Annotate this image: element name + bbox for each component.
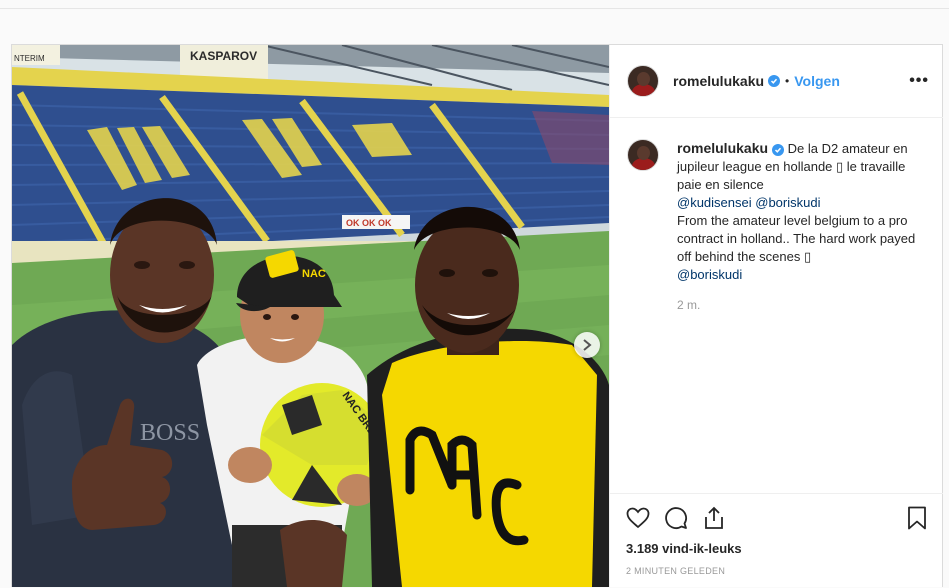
photo-illustration: KASPAROV NTERIM OK OK OK BOSS NAC NAC BR… <box>12 45 609 587</box>
caption-time: 2 m. <box>677 298 701 312</box>
cap-text: NAC <box>302 268 326 280</box>
author-avatar[interactable] <box>627 65 659 97</box>
author-username[interactable]: romelulukaku <box>673 73 764 89</box>
post-actions: 3.189 vind-ik-leuks 2 MINUTEN GELEDEN <box>610 493 943 588</box>
instagram-post: KASPAROV NTERIM OK OK OK BOSS NAC NAC BR… <box>11 44 943 587</box>
action-icons <box>625 505 727 531</box>
shirt-logo: BOSS <box>140 420 200 446</box>
board-okok: OK OK OK <box>346 218 392 228</box>
heart-icon <box>626 507 650 529</box>
share-icon <box>705 506 723 529</box>
browser-top-strip <box>0 0 949 9</box>
likes-count[interactable]: 3.189 vind-ik-leuks <box>626 541 742 556</box>
more-options-icon[interactable]: ••• <box>909 72 929 90</box>
comment-button[interactable] <box>663 505 689 531</box>
post-header: romelulukaku • Volgen ••• <box>610 45 943 118</box>
caption-username[interactable]: romelulukaku <box>677 140 768 156</box>
post-side-panel: romelulukaku • Volgen ••• romelulukaku D… <box>609 45 943 587</box>
comments-area: romelulukaku De la D2 amateur en jupileu… <box>610 117 943 493</box>
comment-icon <box>665 507 687 529</box>
post-photo[interactable]: KASPAROV NTERIM OK OK OK BOSS NAC NAC BR… <box>12 45 609 587</box>
chevron-right-icon <box>583 339 592 351</box>
mention-kudisensei[interactable]: @kudisensei <box>677 195 752 210</box>
like-button[interactable] <box>625 505 651 531</box>
banner-interim: NTERIM <box>14 54 45 63</box>
mention-boriskudi[interactable]: @boriskudi <box>755 195 820 210</box>
caption-avatar[interactable] <box>627 139 659 171</box>
bookmark-icon <box>908 506 926 530</box>
save-button[interactable] <box>904 505 930 531</box>
caption-comment: romelulukaku De la D2 amateur en jupileu… <box>627 139 932 314</box>
share-button[interactable] <box>701 505 727 531</box>
mention-boriskudi-2[interactable]: @boriskudi <box>677 267 742 282</box>
verified-badge-icon <box>768 75 781 87</box>
caption-text: romelulukaku De la D2 amateur en jupileu… <box>677 139 932 314</box>
caption-part-2: From the amateur level belgium to a pro … <box>677 213 916 264</box>
banner-kasparov: KASPAROV <box>190 49 257 63</box>
separator-dot: • <box>785 74 790 88</box>
post-timestamp: 2 MINUTEN GELEDEN <box>626 566 726 576</box>
follow-button[interactable]: Volgen <box>794 73 840 89</box>
verified-badge-icon <box>772 143 785 156</box>
next-photo-button[interactable] <box>574 332 600 358</box>
